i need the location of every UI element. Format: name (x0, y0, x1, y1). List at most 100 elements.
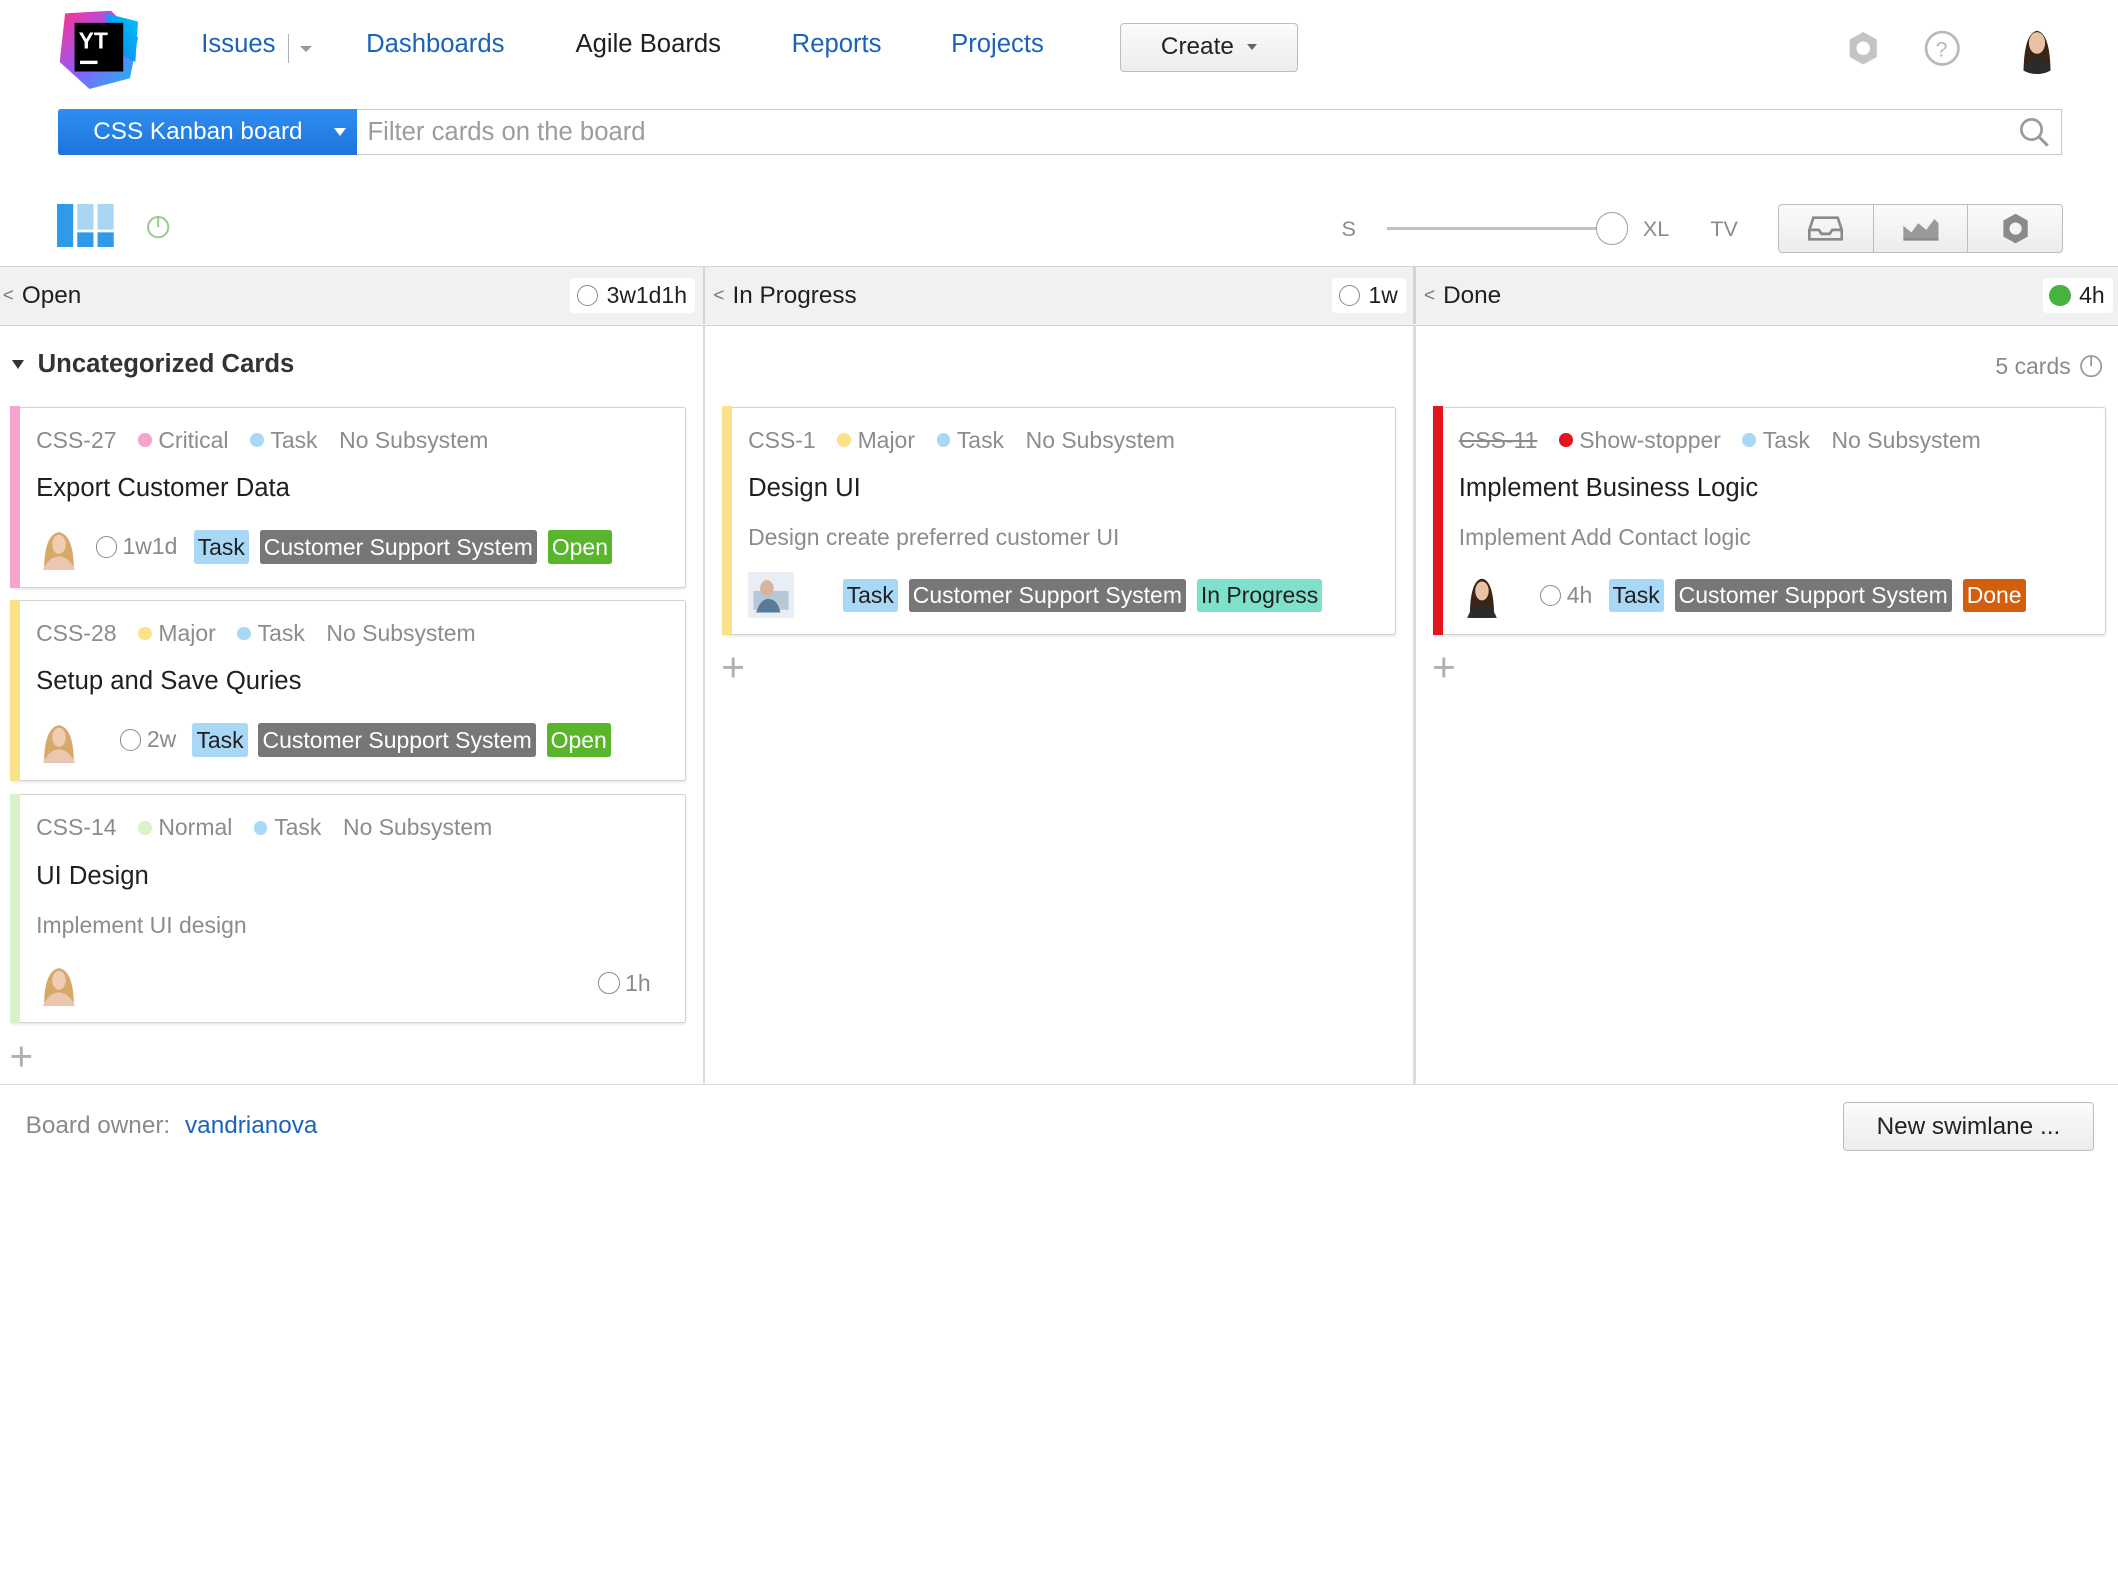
priority-stripe (10, 599, 20, 782)
card-size-large-label[interactable]: XL (1643, 216, 1669, 242)
type-field[interactable]: Task (1763, 427, 1810, 454)
issue-id[interactable]: CSS-28 (36, 620, 116, 647)
youtrack-logo[interactable]: YT (57, 8, 141, 92)
type-field[interactable]: Task (957, 427, 1004, 454)
issue-id[interactable]: CSS-27 (36, 427, 116, 454)
issue-card[interactable]: CSS-1 Major Task No Subsystem Design UI … (722, 406, 1396, 636)
nav-issues[interactable]: Issues (201, 30, 275, 59)
tag-state[interactable]: Open (546, 723, 611, 757)
priority-dot-icon (138, 433, 152, 447)
card-footer: Task Customer Support System In Progress (748, 572, 1323, 619)
priority-field[interactable]: Major (858, 427, 915, 454)
nav-agile-boards[interactable]: Agile Boards (576, 30, 721, 59)
assignee-avatar[interactable] (1458, 572, 1505, 619)
tag-state[interactable]: Done (1962, 578, 2026, 613)
card-size-small-label[interactable]: S (1342, 216, 1356, 242)
priority-field[interactable]: Show-stopper (1579, 427, 1721, 454)
subsystem-field[interactable]: No Subsystem (1832, 427, 1981, 454)
inbox-icon (1808, 216, 1844, 241)
swimlane-header[interactable]: Uncategorized Cards (12, 350, 294, 379)
estimate-value: 1h (625, 969, 651, 996)
chart-button[interactable] (1874, 205, 1969, 252)
card-size-slider-track[interactable] (1387, 226, 1604, 230)
nav-dashboards[interactable]: Dashboards (366, 30, 504, 59)
issue-id[interactable]: CSS-1 (748, 427, 816, 454)
footer-divider (0, 1083, 2118, 1085)
create-button[interactable]: Create (1119, 22, 1299, 72)
board-owner-link[interactable]: vandrianova (185, 1112, 317, 1139)
tag-project[interactable]: Customer Support System (908, 578, 1186, 613)
issue-card[interactable]: CSS-27 Critical Task No Subsystem Export… (10, 406, 687, 589)
column-header-row: < Open 3w1d1h < In Progress 1w < Done 4h (0, 266, 2118, 326)
column-header-in-progress[interactable]: < In Progress (711, 267, 856, 324)
column-header-done[interactable]: < Done (1421, 267, 1501, 324)
tag-project[interactable]: Customer Support System (259, 529, 537, 564)
column-title: Open (21, 281, 82, 309)
card-title[interactable]: Setup and Save Quries (36, 667, 301, 696)
priority-stripe (10, 794, 20, 1024)
board-view-icon[interactable] (56, 204, 116, 248)
subsystem-field[interactable]: No Subsystem (339, 427, 488, 454)
estimate-progress-icon (576, 284, 599, 307)
tag-task[interactable]: Task (192, 723, 248, 757)
type-field[interactable]: Task (258, 620, 305, 647)
add-card-button[interactable]: + (1432, 647, 1456, 688)
priority-field[interactable]: Major (158, 620, 215, 647)
estimate-value: 1w1d (122, 533, 178, 560)
tv-mode-label[interactable]: TV (1710, 216, 1738, 242)
assignee-avatar[interactable] (36, 960, 83, 1007)
add-card-button[interactable]: + (9, 1036, 33, 1077)
type-field[interactable]: Task (270, 427, 317, 454)
assignee-avatar[interactable] (748, 572, 795, 619)
tag-task[interactable]: Task (193, 529, 249, 564)
tag-task[interactable]: Task (842, 578, 898, 613)
issue-card[interactable]: CSS-14 Normal Task No Subsystem UI Desig… (10, 794, 687, 1024)
tag-task[interactable]: Task (1608, 578, 1664, 613)
help-icon[interactable]: ? (1922, 28, 1963, 69)
column-header-open[interactable]: < Open (0, 267, 82, 324)
tag-state[interactable]: Open (547, 529, 613, 564)
subsystem-field[interactable]: No Subsystem (1026, 427, 1175, 454)
add-card-button[interactable]: + (721, 647, 745, 688)
nav-projects[interactable]: Projects (951, 30, 1044, 59)
collapse-column-icon[interactable]: < (1424, 285, 1435, 307)
subsystem-field[interactable]: No Subsystem (343, 814, 492, 841)
issue-id[interactable]: CSS-14 (36, 814, 116, 841)
backlog-inbox-button[interactable] (1779, 205, 1874, 252)
priority-stripe (1433, 406, 1443, 636)
issue-card[interactable]: CSS-11 Show-stopper Task No Subsystem Im… (1433, 406, 2107, 636)
collapse-swimlane-icon[interactable] (12, 359, 25, 369)
svg-text:?: ? (1936, 37, 1948, 62)
subsystem-field[interactable]: No Subsystem (326, 620, 475, 647)
nav-reports[interactable]: Reports (792, 30, 882, 59)
card-title[interactable]: UI Design (36, 862, 149, 891)
card-title[interactable]: Export Customer Data (36, 474, 290, 503)
chevron-down-icon (333, 128, 346, 137)
collapse-column-icon[interactable]: < (713, 285, 724, 307)
tag-project[interactable]: Customer Support System (258, 723, 536, 757)
user-avatar[interactable] (2010, 20, 2065, 75)
board-settings-button[interactable] (1968, 205, 2062, 252)
assignee-avatar[interactable] (36, 523, 83, 570)
issues-dropdown-caret-icon[interactable] (299, 45, 312, 53)
card-title[interactable]: Implement Business Logic (1459, 474, 1758, 503)
tag-state[interactable]: In Progress (1196, 578, 1323, 613)
card-title[interactable]: Design UI (748, 474, 861, 503)
board-selector[interactable]: CSS Kanban board (58, 109, 357, 156)
type-dot-icon (253, 821, 268, 835)
priority-field[interactable]: Normal (158, 814, 232, 841)
sprint-timer-icon[interactable] (146, 215, 170, 239)
filter-cards-input[interactable] (356, 109, 2062, 156)
type-field[interactable]: Task (274, 814, 321, 841)
priority-field[interactable]: Critical (158, 427, 228, 454)
issue-card[interactable]: CSS-28 Major Task No Subsystem Setup and… (10, 599, 687, 782)
issue-id-resolved[interactable]: CSS-11 (1459, 427, 1538, 454)
tag-project[interactable]: Customer Support System (1674, 578, 1952, 613)
settings-gear-icon[interactable] (1843, 28, 1884, 69)
assignee-avatar[interactable] (36, 717, 83, 763)
new-swimlane-button[interactable]: New swimlane ... (1842, 1102, 2095, 1152)
timer-icon (2079, 355, 2102, 378)
card-size-slider-handle[interactable] (1595, 212, 1628, 245)
search-icon[interactable] (2018, 116, 2050, 148)
collapse-column-icon[interactable]: < (3, 285, 14, 307)
